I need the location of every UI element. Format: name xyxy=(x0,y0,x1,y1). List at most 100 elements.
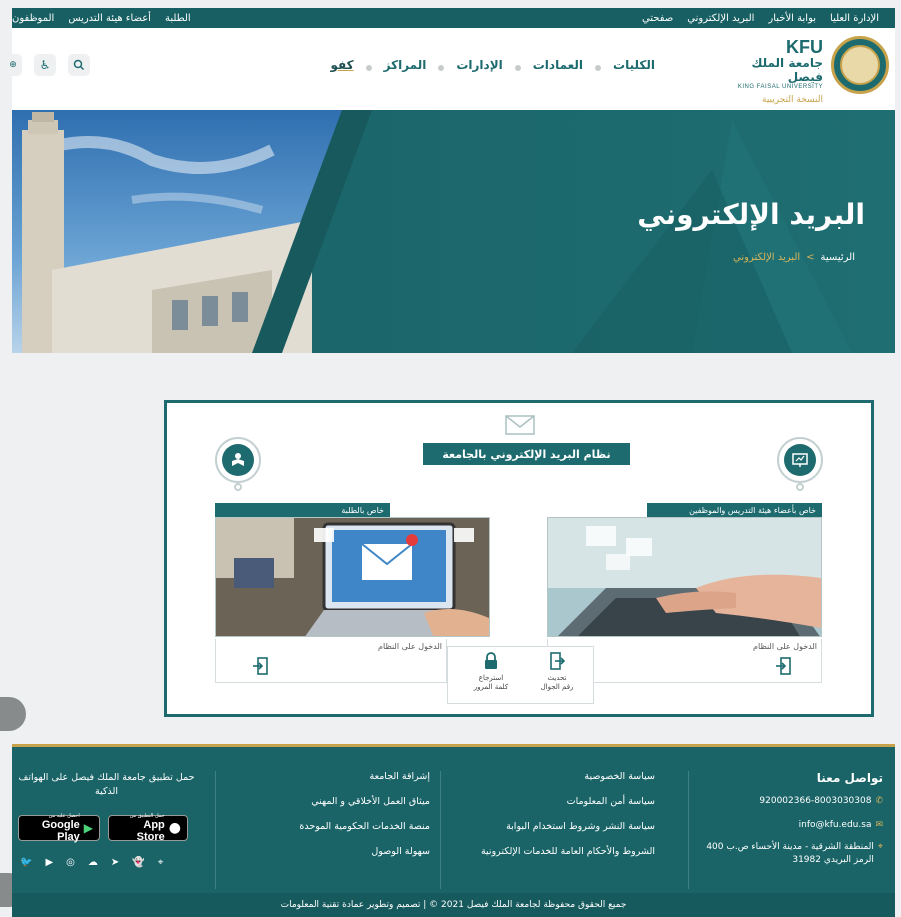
address-line1: المنطقة الشرقية - مدينة الأحساء ص.ب 400 xyxy=(706,842,874,852)
footer-divider xyxy=(688,771,689,889)
nav-separator xyxy=(438,65,445,71)
breadcrumb: الرئيسية > البريد الإلكتروني xyxy=(733,252,855,263)
top-link-staff[interactable]: الموظفون xyxy=(12,13,54,24)
contact-phone-text[interactable]: 920002366-8003030308 xyxy=(759,795,871,808)
presentation-board-icon xyxy=(792,453,808,467)
nav-item-deanships[interactable]: العمادات xyxy=(533,58,583,72)
top-link-my-page[interactable]: صفحتي xyxy=(642,13,673,24)
breadcrumb-separator: > xyxy=(806,252,815,263)
social-links: 🐦 ▶ ◎ ☁ ➤ 👻 ⌖ xyxy=(20,857,163,868)
footer-link-gov-platform[interactable]: منصة الخدمات الحكومية الموحدة xyxy=(299,821,430,832)
top-link-students[interactable]: الطلبة xyxy=(165,13,191,24)
nav-separator xyxy=(595,65,602,71)
university-seal-icon xyxy=(831,36,889,94)
top-bar-left-links: الموظفون أعضاء هيئة التدريس الطلبة xyxy=(12,8,191,28)
main-navigation: الكليات العمادات الإدارات المراكز كفو xyxy=(331,58,655,72)
app-download-title: حمل تطبيق جامعة الملك فيصل على الهواتف ا… xyxy=(18,772,195,797)
snapchat-icon[interactable]: 👻 xyxy=(132,857,144,868)
footer-policies-column: سياسة الخصوصية سياسة أمن المعلومات سياسة… xyxy=(481,771,655,871)
copyright-bar: جميع الحقوق محفوظة لجامعة الملك فيصل 202… xyxy=(12,893,895,917)
google-play-label: Google Play xyxy=(41,819,80,843)
top-link-faculty[interactable]: أعضاء هيئة التدريس xyxy=(68,13,151,24)
telegram-icon[interactable]: ➤ xyxy=(111,857,119,868)
top-link-news-portal[interactable]: بوابة الأخبار xyxy=(768,13,816,24)
breadcrumb-home[interactable]: الرئيسية xyxy=(821,252,855,263)
footer-link-ishraqa[interactable]: إشراقة الجامعة xyxy=(299,771,430,782)
recover-password-link[interactable]: استرجاع كلمة المرور xyxy=(461,652,521,692)
footer-divider xyxy=(215,771,216,889)
soundcloud-icon[interactable]: ☁ xyxy=(88,857,98,868)
nav-item-colleges[interactable]: الكليات xyxy=(613,58,655,72)
contact-address: ⌖ المنطقة الشرقية - مدينة الأحساء ص.ب 40… xyxy=(706,841,883,867)
footer-link-accessibility[interactable]: سهولة الوصول xyxy=(299,846,430,857)
apple-icon: ● xyxy=(168,820,181,836)
google-play-button[interactable]: ▶ احصل عليه من Google Play xyxy=(18,813,100,843)
contact-email-text[interactable]: info@kfu.edu.sa xyxy=(799,819,872,832)
lock-icon xyxy=(485,652,497,669)
logo-kfu-text: KFU xyxy=(786,37,823,57)
breadcrumb-current: البريد الإلكتروني xyxy=(733,252,801,263)
language-button[interactable]: ⊕ xyxy=(4,54,22,76)
update-phone-link[interactable]: تحديث رقم الجوال xyxy=(527,652,587,692)
student-reading-icon xyxy=(232,453,244,466)
location-pin-icon: ⌖ xyxy=(877,842,883,852)
twitter-icon[interactable]: 🐦 xyxy=(20,857,32,868)
update-phone-icon xyxy=(550,652,565,670)
account-tools-box: تحديث رقم الجوال استرجاع كلمة المرور xyxy=(447,646,594,704)
sign-in-icon[interactable] xyxy=(775,657,791,675)
recover-password-line1: استرجاع xyxy=(478,674,504,682)
logo-edition-label: النسخة التجريبية xyxy=(762,95,823,105)
app-store-button[interactable]: ● حمل التطبيق من App Store xyxy=(108,813,188,843)
nav-item-kfoo[interactable]: كفو xyxy=(331,58,354,72)
globe-icon: ⊕ xyxy=(9,60,17,70)
top-link-email[interactable]: البريد الإلكتروني xyxy=(687,13,754,24)
site-header: KFU جامعة الملك فيصل KING FAISAL UNIVERS… xyxy=(4,28,895,110)
staff-typing-photo xyxy=(547,517,822,637)
nav-separator xyxy=(514,65,521,71)
site-footer: تواصل معنا ✆ 920002366-8003030308 ✉ info… xyxy=(12,744,895,917)
staff-login-label[interactable]: الدخول على النظام xyxy=(753,642,817,651)
email-system-card: نظام البريد الإلكتروني بالجامعة خاص بأعض… xyxy=(164,400,874,717)
top-link-administration[interactable]: الإدارة العليا xyxy=(830,13,879,24)
contact-email[interactable]: ✉ info@kfu.edu.sa xyxy=(799,819,883,832)
students-circle-pin xyxy=(234,483,242,491)
students-panel-header: خاص بالطلبة xyxy=(215,503,390,517)
search-icon xyxy=(73,59,85,71)
logo-english-name: KING FAISAL UNIVERSITY xyxy=(737,84,823,90)
staff-panel-header: خاص بأعضاء هيئة التدريس والموظفين xyxy=(647,503,822,517)
app-store-label: App Store xyxy=(136,819,165,843)
hero-background-image xyxy=(12,110,895,353)
sign-in-icon[interactable] xyxy=(252,657,268,675)
update-phone-line1: تحديث xyxy=(547,674,567,682)
logo-arabic-name: جامعة الملك فيصل xyxy=(751,56,823,84)
footer-link-privacy[interactable]: سياسة الخصوصية xyxy=(481,771,655,782)
search-button[interactable] xyxy=(68,54,90,76)
update-phone-line2: رقم الجوال xyxy=(540,683,574,691)
contact-phone[interactable]: ✆ 920002366-8003030308 xyxy=(759,795,883,808)
footer-links-column: إشراقة الجامعة ميثاق العمل الأخلاقي و ال… xyxy=(299,771,430,871)
instagram-icon[interactable]: ◎ xyxy=(66,857,75,868)
phone-icon: ✆ xyxy=(875,796,883,806)
email-system-title: نظام البريد الإلكتروني بالجامعة xyxy=(423,443,630,465)
page-title: البريد الإلكتروني xyxy=(637,198,865,231)
hero-banner: البريد الإلكتروني الرئيسية > البريد الإل… xyxy=(12,110,895,353)
location-icon[interactable]: ⌖ xyxy=(158,857,164,868)
wheelchair-icon: ♿ xyxy=(39,58,51,72)
side-scroll-button[interactable] xyxy=(0,697,26,731)
accessibility-button[interactable]: ♿ xyxy=(34,54,56,76)
footer-link-publishing-policy[interactable]: سياسة النشر وشروط استخدام البوابة xyxy=(481,821,655,832)
kfu-logo[interactable]: KFU جامعة الملك فيصل KING FAISAL UNIVERS… xyxy=(729,36,889,105)
youtube-icon[interactable]: ▶ xyxy=(45,857,53,868)
address-line2: الرمز البريدي 31982 xyxy=(792,855,874,865)
envelope-icon xyxy=(505,415,535,435)
nav-item-departments[interactable]: الإدارات xyxy=(456,58,502,72)
nav-item-centers[interactable]: المراكز xyxy=(384,58,427,72)
footer-link-ethics-charter[interactable]: ميثاق العمل الأخلاقي و المهني xyxy=(299,796,430,807)
footer-link-terms[interactable]: الشروط والأحكام العامة للخدمات الإلكترون… xyxy=(481,846,655,857)
top-bar-right-links: الإدارة العليا بوابة الأخبار البريد الإل… xyxy=(642,8,879,28)
students-login-label[interactable]: الدخول على النظام xyxy=(378,642,442,651)
mail-icon: ✉ xyxy=(875,820,883,830)
staff-circle xyxy=(777,437,823,483)
footer-link-infosec[interactable]: سياسة أمن المعلومات xyxy=(481,796,655,807)
students-login-row[interactable]: الدخول على النظام xyxy=(215,639,447,683)
